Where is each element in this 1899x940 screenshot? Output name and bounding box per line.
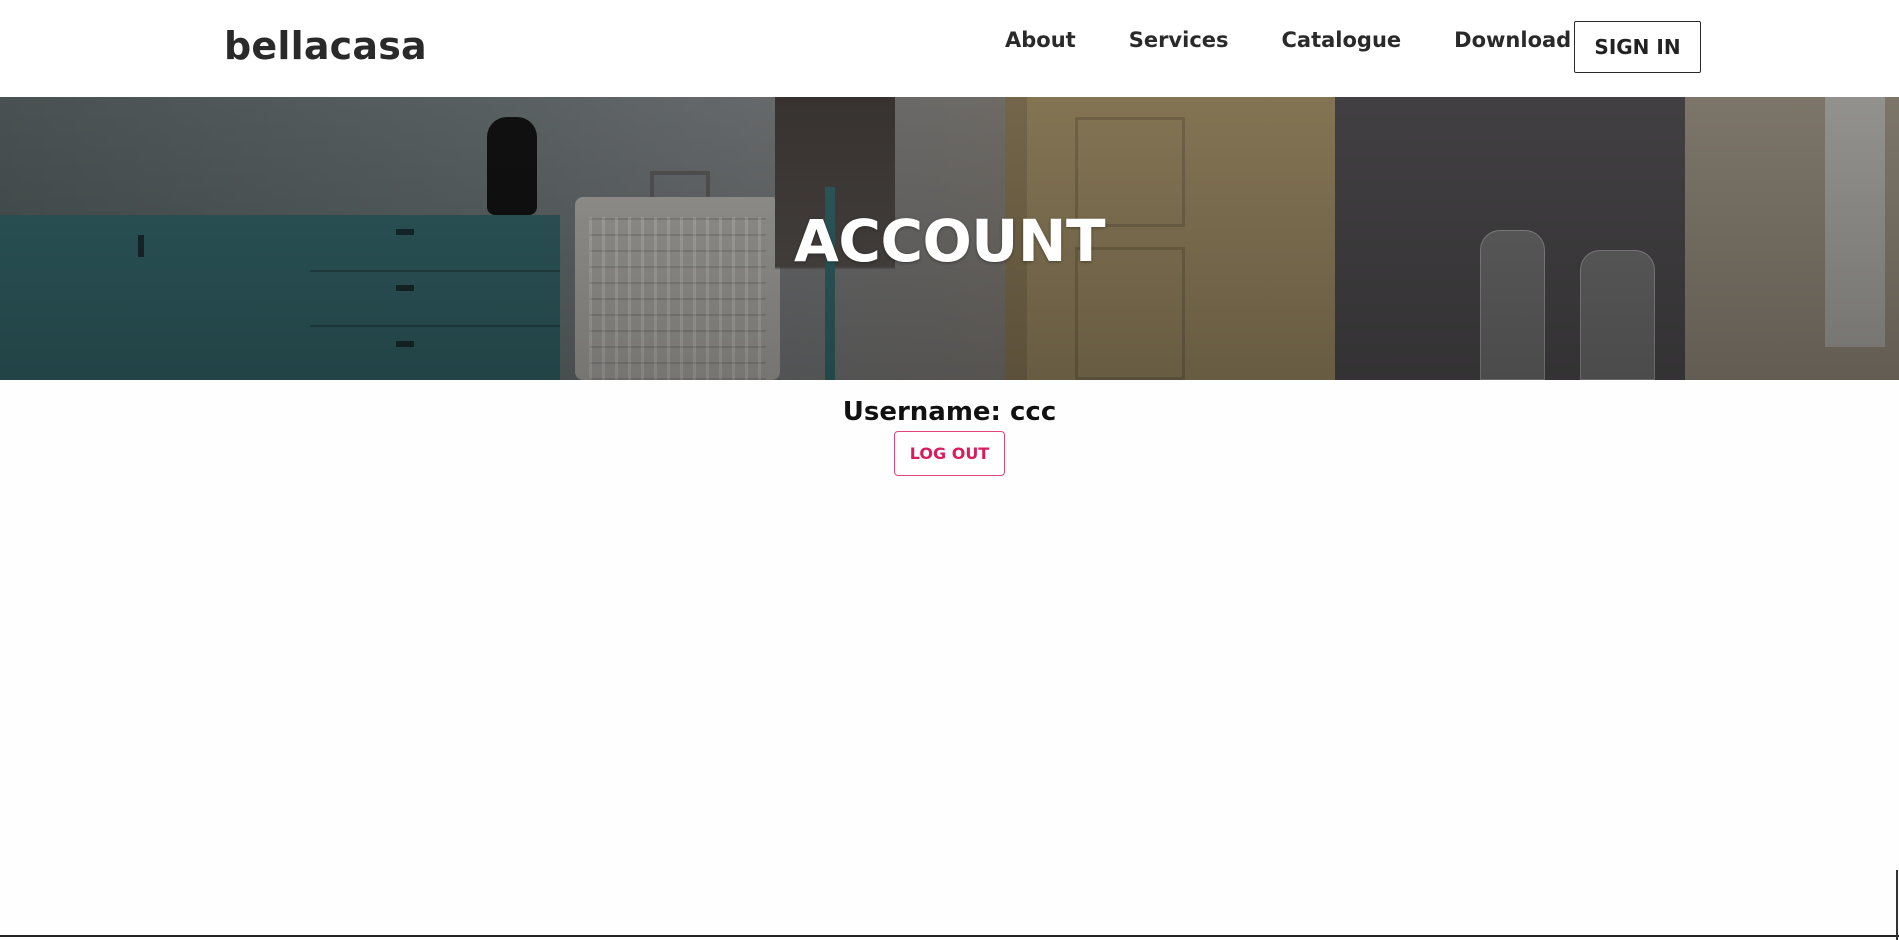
site-logo[interactable]: bellacasa [224,24,427,68]
nav-link-about[interactable]: About [1005,28,1076,52]
nav-link-catalogue[interactable]: Catalogue [1282,28,1402,52]
page: bellacasa About Services Catalogue Downl… [0,0,1899,940]
bottom-divider [0,935,1899,937]
main-nav: About Services Catalogue Download [1005,28,1571,52]
nav-link-services[interactable]: Services [1129,28,1229,52]
scrollbar-edge [1896,870,1898,940]
log-out-button[interactable]: LOG OUT [894,431,1005,476]
nav-link-download[interactable]: Download [1454,28,1571,52]
site-header: bellacasa About Services Catalogue Downl… [0,0,1899,97]
sign-in-button[interactable]: SIGN IN [1574,21,1701,73]
hero-banner: ACCOUNT [0,97,1899,380]
page-title: ACCOUNT [793,207,1106,275]
username-label: Username: ccc [842,397,1057,427]
